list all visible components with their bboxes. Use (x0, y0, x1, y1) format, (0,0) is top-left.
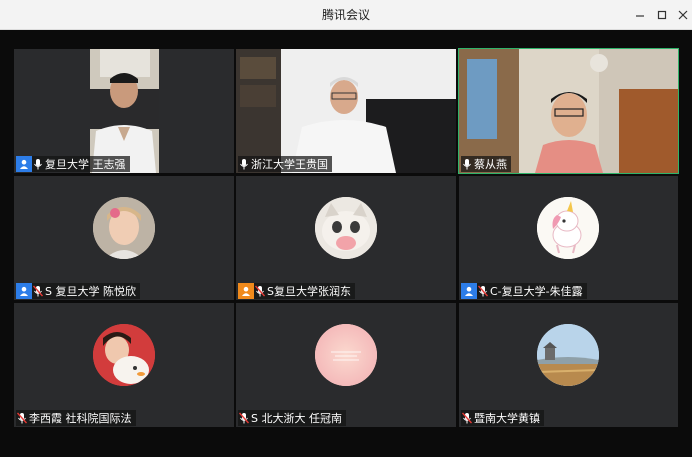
participant-name: S复旦大学张润东 (267, 285, 351, 298)
avatar (93, 197, 155, 259)
user-icon (461, 283, 477, 299)
participant-label: S 复旦大学 陈悦欣 (16, 283, 140, 299)
participant-tile[interactable]: 暨南大学黄镇 (459, 303, 678, 427)
microphone-muted-icon (461, 410, 473, 426)
microphone-icon (32, 156, 44, 172)
participant-video (236, 49, 456, 173)
participant-tile-active-speaker[interactable]: 蔡从燕 (458, 48, 679, 174)
microphone-muted-icon (16, 410, 28, 426)
participant-label: 李西霞 社科院国际法 (16, 410, 136, 426)
microphone-muted-icon (477, 283, 489, 299)
microphone-muted-icon (32, 283, 44, 299)
participant-tile[interactable]: S 北大浙大 任冠南 (236, 303, 456, 427)
participant-label: 复旦大学 王志强 (16, 156, 130, 172)
participant-label: S复旦大学张润东 (238, 283, 355, 299)
participant-tile[interactable]: 李西霞 社科院国际法 (14, 303, 234, 427)
microphone-muted-icon (238, 410, 250, 426)
participant-name: S 北大浙大 任冠南 (251, 412, 342, 425)
title-bar: 腾讯会议 (0, 0, 692, 30)
participant-label: C-复旦大学-朱佳露 (461, 283, 587, 299)
participant-name: 暨南大学黄镇 (474, 412, 540, 425)
participant-tile[interactable]: S复旦大学张润东 (236, 176, 456, 300)
user-icon (16, 156, 32, 172)
participant-label: S 北大浙大 任冠南 (238, 410, 346, 426)
participant-video (459, 49, 678, 173)
microphone-icon (461, 156, 473, 172)
avatar (93, 324, 155, 386)
participant-name: 复旦大学 王志强 (45, 158, 126, 171)
participant-tile[interactable]: 复旦大学 王志强 (14, 49, 234, 173)
avatar (537, 324, 599, 386)
participant-tile[interactable]: S 复旦大学 陈悦欣 (14, 176, 234, 300)
participant-name: 李西霞 社科院国际法 (29, 412, 132, 425)
microphone-muted-icon (254, 283, 266, 299)
participant-tile[interactable]: C-复旦大学-朱佳露 (459, 176, 678, 300)
avatar (315, 197, 377, 259)
participant-label: 浙江大学王贵国 (238, 156, 332, 172)
microphone-icon (238, 156, 250, 172)
video-grid: 复旦大学 王志强 浙江大学王贵国 蔡从燕 S 复旦大学 陈悦欣 S复旦大学张润东… (0, 31, 692, 457)
participant-name: 浙江大学王贵国 (251, 158, 328, 171)
participant-name: C-复旦大学-朱佳露 (490, 285, 583, 298)
user-icon (238, 283, 254, 299)
minimize-icon[interactable] (631, 6, 649, 24)
participant-label: 暨南大学黄镇 (461, 410, 544, 426)
participant-name: 蔡从燕 (474, 158, 507, 171)
participant-label: 蔡从燕 (461, 156, 511, 172)
participant-video (90, 49, 159, 173)
user-icon (16, 283, 32, 299)
participant-name: S 复旦大学 陈悦欣 (45, 285, 136, 298)
window-title: 腾讯会议 (321, 8, 370, 22)
close-icon[interactable] (674, 6, 692, 24)
maximize-icon[interactable] (653, 6, 671, 24)
avatar (315, 324, 377, 386)
avatar (537, 197, 599, 259)
participant-tile[interactable]: 浙江大学王贵国 (236, 49, 456, 173)
